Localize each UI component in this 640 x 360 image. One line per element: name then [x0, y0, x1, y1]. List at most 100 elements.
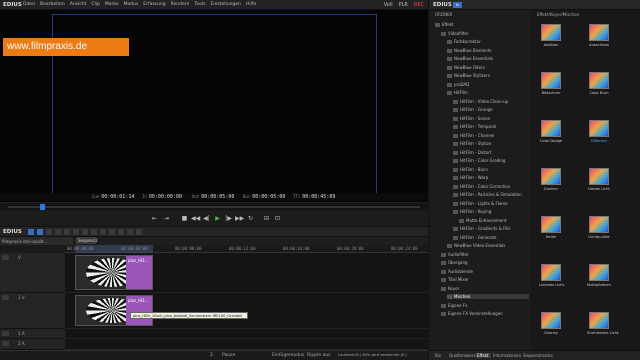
effect-item[interactable]: Dunkler [539, 168, 563, 198]
tree-node[interactable]: NewBlue Elements [447, 48, 492, 53]
menu-ansicht[interactable]: Ansicht [70, 2, 87, 7]
effect-item[interactable]: Addition [539, 24, 563, 54]
track-toggle[interactable] [2, 341, 9, 346]
tree-node[interactable]: Audiofilter [441, 252, 469, 257]
menu-einstellungen[interactable]: Einstellungen [210, 2, 241, 7]
delete-icon[interactable] [55, 229, 61, 235]
tree-node[interactable]: Titel Mixer [441, 277, 469, 282]
overwrite-icon[interactable]: ⊡ [273, 214, 282, 223]
insert-mode[interactable]: Einfügemodus [272, 353, 304, 358]
cut-icon[interactable] [46, 229, 52, 235]
rewind-icon[interactable]: ◀◀ [191, 214, 200, 223]
track-lane-v[interactable]: plus_HD... [65, 253, 428, 293]
set-out-icon[interactable]: ⇥ [162, 214, 171, 223]
settings-icon[interactable] [136, 229, 142, 235]
tree-node[interactable]: HitFilm - Warp [453, 175, 488, 180]
rec-button[interactable]: REC [414, 2, 424, 8]
tree-node[interactable]: NewBlue Video Essentials [447, 243, 505, 248]
stop-icon[interactable]: ■ [180, 214, 189, 223]
menu-clip[interactable]: Clip [91, 2, 100, 7]
effect-item[interactable]: Ausschluss [587, 24, 611, 54]
tree-node[interactable]: Effekt [435, 22, 454, 27]
video-clip[interactable]: plus_HD... [75, 295, 153, 326]
render-icon[interactable] [109, 229, 115, 235]
panel-tab[interactable]: Bin [433, 353, 443, 358]
effect-item[interactable]: Lichtpunkte [587, 216, 611, 246]
fast-forward-icon[interactable]: ▶▶ [235, 214, 244, 223]
tree-node[interactable]: HitFilm - Scene [453, 116, 490, 121]
effect-item[interactable]: Color Burn [587, 72, 611, 102]
menu-rendern[interactable]: Rendern [171, 2, 190, 7]
scrub-track[interactable] [8, 206, 420, 208]
fx-icon[interactable]: fx [453, 2, 462, 8]
tree-node[interactable]: HitFilm - Stylize [453, 141, 491, 146]
tree-node[interactable]: HitFilm - Keying [453, 209, 491, 214]
menu-datei[interactable]: Datei [23, 2, 35, 7]
plr-button[interactable]: PLR [399, 2, 408, 8]
panel-tab[interactable]: Sequenzmarke [521, 353, 555, 358]
menu-hilfe[interactable]: Hilfe [246, 2, 256, 7]
track-header-1v[interactable]: 1 V [0, 293, 65, 329]
marker-icon[interactable] [91, 229, 97, 235]
tree-node[interactable]: Videofilter [441, 31, 469, 36]
tree-node[interactable]: Eigene Fx [441, 303, 468, 308]
track-lane-2a[interactable] [65, 339, 428, 350]
tree-node[interactable]: HitFilm - Video Clean-up [453, 99, 508, 104]
project-tab[interactable]: filmpraxis-drei-qualit... [0, 237, 73, 245]
step-forward-icon[interactable]: |▶ [224, 214, 233, 223]
tree-node[interactable]: Matte Enhancement [459, 218, 506, 223]
menu-erfassung[interactable]: Erfassung [143, 2, 165, 7]
tree-node[interactable]: Mischen [447, 294, 529, 299]
player-scrubber[interactable] [0, 202, 428, 210]
effect-item[interactable]: Bildschirm [539, 72, 563, 102]
tree-node[interactable]: HitFilm - Blurs [453, 167, 488, 172]
effect-item[interactable]: Strahlendes Licht [587, 312, 618, 342]
mode-icon[interactable] [28, 229, 34, 235]
tree-node[interactable]: Keyer [441, 286, 459, 291]
track-lane-1v[interactable]: plus_HD... [65, 293, 428, 329]
effect-item[interactable]: Multiplizieren [587, 264, 611, 294]
copy-icon[interactable] [64, 229, 70, 235]
track-header-2a[interactable]: 2 A [0, 339, 65, 350]
sequence-tab[interactable]: Sequenz1 [76, 237, 98, 244]
snap-icon[interactable] [100, 229, 106, 235]
effect-item[interactable]: Color Dodge [539, 120, 563, 150]
panel-tab[interactable]: Quellbrowser [447, 353, 477, 358]
effect-item[interactable]: Overlay [539, 312, 563, 342]
paste-icon[interactable] [73, 229, 79, 235]
sync-icon[interactable] [118, 229, 124, 235]
set-in-icon[interactable]: ⇤ [150, 214, 159, 223]
insert-icon[interactable]: ⊟ [262, 214, 271, 223]
tree-node[interactable]: Farbkorrektur [447, 39, 481, 44]
panel-tab[interactable]: Informationen [491, 353, 523, 358]
track-toggle[interactable] [2, 331, 9, 336]
track-header-1a[interactable]: 1 A [0, 329, 65, 339]
panel-tab[interactable]: Effekt [475, 353, 491, 358]
tree-node[interactable]: HitFilm - Distort [453, 150, 491, 155]
tree-node[interactable]: Audioblende [441, 269, 473, 274]
tree-node[interactable]: proDAD [447, 82, 469, 87]
step-back-icon[interactable]: ◀| [202, 214, 211, 223]
tree-node[interactable]: NewBlue Essentials [447, 56, 493, 61]
track-header-v[interactable]: V [0, 253, 65, 293]
play-icon[interactable]: ▶ [213, 214, 222, 223]
view-mode[interactable]: Voll [384, 2, 393, 8]
tree-node[interactable]: HitFilm - Color Grading [453, 158, 505, 163]
menu-tools[interactable]: Tools [194, 2, 205, 7]
split-icon[interactable] [82, 229, 88, 235]
tree-node[interactable]: HitFilm - Generate [453, 235, 496, 240]
tree-node[interactable]: HitFilm - Channel [453, 133, 494, 138]
track-toggle[interactable] [2, 255, 9, 260]
loop-icon[interactable]: ↻ [246, 214, 255, 223]
tree-node[interactable]: HitFilm - Lights & Flares [453, 201, 508, 206]
effect-item[interactable]: Heller [539, 216, 563, 246]
tree-node[interactable]: HitFilm - Color Correction [453, 184, 510, 189]
timeline-ruler[interactable]: 00:00:00:00 00:00:04:00 00:00:08:00 00:0… [65, 245, 428, 253]
tree-node[interactable]: HitFilm [447, 90, 468, 95]
tree-node[interactable]: HitFilm - Grunge [453, 107, 493, 112]
track-toggle[interactable] [2, 295, 9, 300]
menu-modus[interactable]: Modus [124, 2, 139, 7]
effect-item[interactable]: Lineares Licht [539, 264, 564, 294]
ripple-status[interactable]: Ripple aus [307, 353, 331, 358]
tree-node[interactable]: Übergang [441, 260, 468, 265]
